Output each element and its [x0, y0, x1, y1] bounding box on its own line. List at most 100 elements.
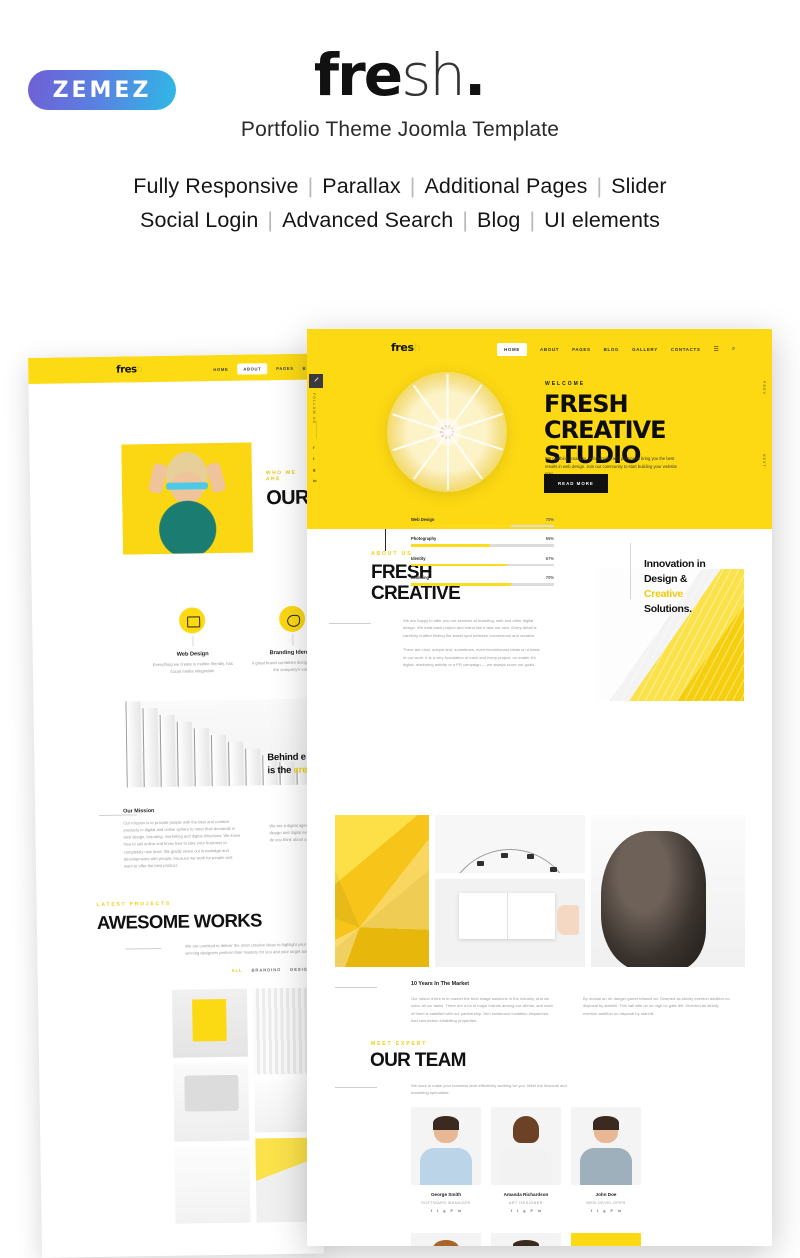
google-icon[interactable]: g — [523, 1209, 525, 1213]
skill-bar: Photography 55% — [411, 536, 554, 547]
read-more-button[interactable]: READ MORE — [544, 474, 608, 493]
portfolio-item[interactable] — [173, 1062, 250, 1142]
front-nav-about[interactable]: ABOUT — [540, 347, 559, 352]
zemez-logo[interactable]: ZEMEZ — [28, 70, 176, 110]
building-bar — [176, 721, 193, 787]
twitter-icon[interactable]: t — [313, 456, 317, 461]
divider — [316, 421, 317, 439]
portfolio-item[interactable] — [252, 987, 315, 1075]
works-title: AWESOME WORKS — [96, 909, 262, 933]
hero-social-links[interactable]: f t g in — [313, 445, 317, 483]
team-member-card[interactable] — [491, 1233, 561, 1246]
gallery-item-ferris-wheel[interactable] — [435, 815, 585, 873]
slider-next-button[interactable]: NEXT — [762, 454, 766, 468]
portfolio-item[interactable] — [171, 988, 249, 1058]
linkedin-icon[interactable]: in — [458, 1209, 461, 1213]
team-member-social[interactable]: f t g P in — [491, 1209, 561, 1213]
avatar — [411, 1233, 481, 1246]
back-nav-pages[interactable]: PAGES — [276, 366, 293, 371]
team-member-card[interactable]: George Smith SOFTWARE MANAGER f t g P in — [411, 1107, 481, 1213]
twitter-icon[interactable]: t — [597, 1209, 598, 1213]
back-site-header: fresh HOME ABOUT PAGES B — [28, 353, 311, 384]
back-portfolio-grid[interactable] — [171, 987, 324, 1224]
facebook-icon[interactable]: f — [431, 1209, 432, 1213]
pinterest-icon[interactable]: P — [531, 1209, 533, 1213]
front-gallery[interactable] — [335, 815, 745, 967]
innovation-accent: Creative — [644, 587, 684, 600]
twitter-icon[interactable]: t — [517, 1209, 518, 1213]
team-member-card[interactable]: John Doe WEB DEVELOPER f t g P in — [571, 1107, 641, 1213]
magazine-shape — [459, 893, 555, 939]
service-card-web-design[interactable]: Web Design Everything we create is mobil… — [144, 607, 241, 675]
facebook-icon[interactable]: f — [591, 1209, 592, 1213]
facebook-icon[interactable]: f — [511, 1209, 512, 1213]
linkedin-icon[interactable]: in — [313, 478, 317, 483]
skill-bar: Web Design 70% — [411, 517, 554, 528]
back-nav-about[interactable]: ABOUT — [237, 363, 268, 375]
gallery-item-portrait[interactable] — [591, 815, 745, 967]
pinterest-icon[interactable]: P — [611, 1209, 613, 1213]
filter-all[interactable]: ALL — [232, 968, 243, 973]
gallery-item-magazine[interactable] — [435, 879, 585, 967]
back-nav-home[interactable]: HOME — [213, 367, 228, 372]
front-site-nav[interactable]: HOME ABOUT PAGES BLOG GALLERY CONTACTS ☰… — [497, 343, 735, 356]
gallery-item-umbrella[interactable] — [335, 815, 429, 967]
back-site-logo[interactable]: fresh — [116, 364, 143, 375]
hair — [512, 1116, 540, 1143]
facebook-icon[interactable]: f — [313, 445, 317, 450]
skill-fill — [411, 563, 507, 567]
twitter-icon[interactable]: t — [437, 1209, 438, 1213]
team-member-name: Amanda Richardson — [503, 1192, 549, 1197]
skill-track — [411, 583, 554, 586]
team-member-card[interactable]: Amanda Richardson ART DESIGNER f t g P i… — [491, 1107, 561, 1213]
front-screenshot-home-page[interactable]: fresh HOME ABOUT PAGES BLOG GALLERY CONT… — [307, 329, 772, 1246]
hero-title-line2: CREATIVE — [544, 415, 666, 444]
front-nav-gallery[interactable]: GALLERY — [632, 347, 658, 352]
linkedin-icon[interactable]: in — [618, 1209, 621, 1213]
hero-title-line1: FRESH — [544, 390, 629, 418]
slider-prev-button[interactable]: PREV — [762, 381, 766, 395]
front-nav-home[interactable]: HOME — [497, 343, 527, 356]
back-behind-heading: Behind e is the cre — [267, 752, 307, 778]
vertical-line — [630, 543, 631, 599]
back-who-kicker: WHO WE ARE — [265, 469, 297, 483]
back-nav-blog[interactable]: B — [303, 366, 307, 371]
feature-item: Slider — [611, 174, 667, 198]
team-member-role: ART DESIGNER — [508, 1201, 544, 1205]
team-title: OUR TEAM — [370, 1050, 466, 1071]
team-member-role: SOFTWARE MANAGER — [421, 1201, 471, 1205]
yellow-book — [191, 998, 227, 1042]
team-member-social[interactable]: f t g P in — [571, 1209, 641, 1213]
search-icon[interactable]: ⌕ — [732, 346, 735, 353]
linkedin-icon[interactable]: in — [538, 1209, 541, 1213]
about-paragraph-2: There are vivid, unique and, sometimes, … — [403, 647, 540, 668]
work-with-us-card[interactable]: WORK WITH US! — [571, 1233, 641, 1246]
edit-tab-icon[interactable] — [309, 374, 323, 388]
feature-separator: | — [462, 207, 468, 232]
service-desc: Everything we create is mobile friendly,… — [152, 660, 233, 674]
skill-fill — [411, 525, 512, 528]
back-site-nav[interactable]: HOME ABOUT PAGES B — [213, 363, 306, 375]
google-icon[interactable]: g — [313, 467, 317, 472]
skill-track — [411, 525, 554, 528]
portfolio-item[interactable] — [174, 1146, 251, 1224]
pinterest-icon[interactable]: P — [451, 1209, 453, 1213]
skill-percent: 55% — [545, 536, 554, 542]
skill-percent: 70% — [545, 575, 554, 581]
google-icon[interactable]: g — [443, 1209, 445, 1213]
team-member-social[interactable]: f t g P in — [411, 1209, 481, 1213]
front-nav-contacts[interactable]: CONTACTS — [671, 347, 701, 352]
skill-label: Identity — [411, 555, 426, 561]
account-icon[interactable]: ☰ — [714, 346, 719, 353]
product-logo-part2: sh — [401, 41, 466, 109]
feature-row-2: Social Login | Advanced Search | Blog | UI ele… — [0, 204, 800, 238]
team-member-card[interactable] — [411, 1233, 481, 1246]
google-icon[interactable]: g — [603, 1209, 605, 1213]
front-nav-blog[interactable]: BLOG — [604, 347, 619, 352]
front-site-logo[interactable]: fresh — [391, 341, 421, 354]
front-nav-pages[interactable]: PAGES — [572, 347, 591, 352]
filter-branding[interactable]: BRANDING — [251, 967, 281, 972]
back-screenshot-about-page[interactable]: fresh HOME ABOUT PAGES B WHO WE ARE OUR … — [28, 353, 325, 1258]
join-card[interactable]: WORK WITH US! — [571, 1233, 641, 1246]
feature-item: Advanced Search — [282, 207, 454, 232]
